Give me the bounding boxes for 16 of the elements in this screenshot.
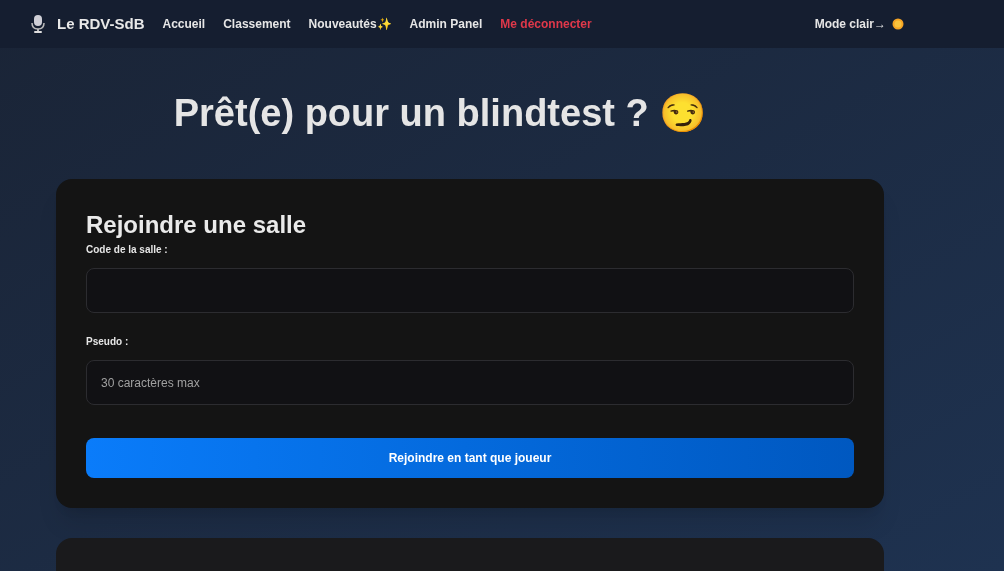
nav-link[interactable]: Me déconnecter xyxy=(500,15,592,33)
join-button[interactable]: Rejoindre en tant que joueur xyxy=(86,438,854,478)
brand-link[interactable]: Le RDV-SdB xyxy=(57,12,145,36)
field-label: Pseudo : xyxy=(86,335,130,349)
card-title: Rejoindre une salle xyxy=(86,210,308,240)
sun-icon xyxy=(892,18,904,30)
nav-link[interactable]: Classement xyxy=(223,15,291,33)
field-label: Code de la salle : xyxy=(86,243,169,257)
input-field[interactable] xyxy=(86,268,854,313)
nav-link[interactable]: Accueil xyxy=(162,15,206,33)
input-field[interactable]: 30 caractères max xyxy=(86,360,854,405)
nav-link[interactable]: Admin Panel xyxy=(409,15,483,33)
page-heading: Prêt(e) pour un blindtest ? 😏 xyxy=(172,91,708,136)
microphone-icon xyxy=(31,15,45,33)
theme-toggle-link[interactable]: Mode clair→ xyxy=(814,15,886,33)
nav-link[interactable]: Nouveautés✨ xyxy=(308,15,392,33)
